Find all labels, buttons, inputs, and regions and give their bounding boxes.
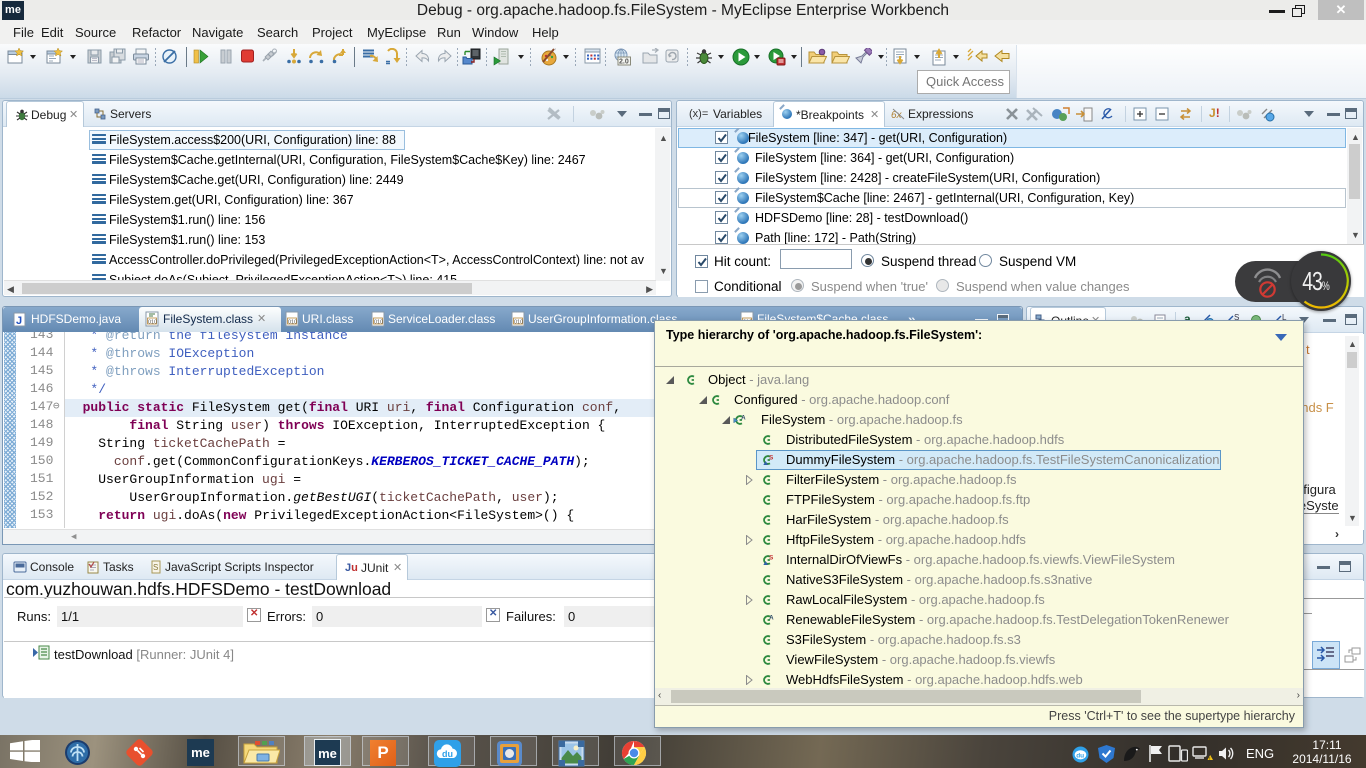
svg-text:du: du — [442, 749, 453, 759]
svg-text:du: du — [1076, 752, 1084, 759]
svg-text:A: A — [769, 615, 774, 622]
svg-text:!: ! — [1209, 756, 1210, 761]
svg-text:010: 010 — [148, 320, 157, 326]
svg-text:A: A — [741, 415, 746, 422]
svg-text:010: 010 — [514, 320, 523, 326]
svg-text:2.0: 2.0 — [619, 59, 629, 66]
svg-text:J: J — [16, 315, 22, 327]
svg-text:S: S — [769, 555, 773, 562]
svg-text:S: S — [769, 455, 773, 462]
svg-text:S: S — [153, 563, 158, 572]
svg-text:010: 010 — [374, 320, 383, 326]
svg-text:010: 010 — [288, 320, 297, 326]
